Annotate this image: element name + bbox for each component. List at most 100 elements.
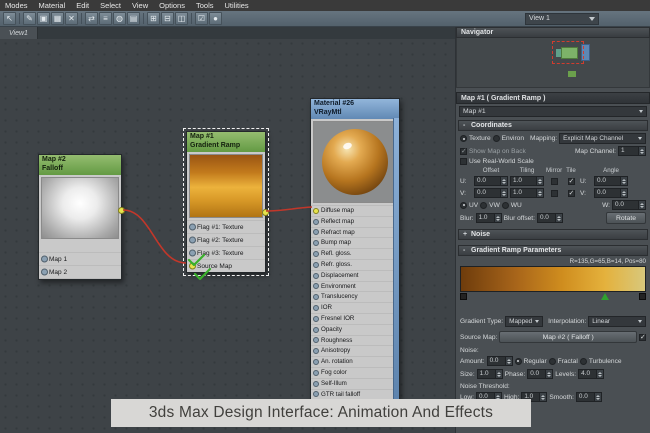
vraymtl-node[interactable]: Material #26 VRayMtl Diffuse map Reflect … — [310, 98, 400, 401]
spinner-arrows-icon[interactable] — [593, 393, 601, 401]
menu-item[interactable]: Material — [39, 1, 66, 10]
tab-view1[interactable]: View1 — [0, 27, 38, 39]
gradient-preview[interactable] — [189, 154, 263, 218]
u-angle-spinner[interactable]: 0.0 — [594, 176, 628, 186]
node-input-slot[interactable]: Source Map — [187, 259, 265, 272]
show-shaded-material-button[interactable]: ◍ — [113, 12, 126, 25]
node-input-slot[interactable]: Roughness — [311, 334, 399, 346]
node-input-slot[interactable]: Flag #3: Texture — [187, 246, 265, 259]
node-input-slot[interactable]: Reflect map — [311, 215, 399, 227]
map-selector-dropdown[interactable]: Map #1 — [459, 106, 647, 117]
map-channel-spinner[interactable]: 1 — [618, 146, 646, 156]
uv-radio[interactable] — [460, 201, 467, 209]
select-by-material-button[interactable]: ☑ — [195, 12, 208, 25]
regular-radio[interactable] — [514, 357, 522, 365]
gradient-ramp-node[interactable]: Map #1 Gradient Ramp Flag #1: Texture Fla… — [183, 128, 269, 276]
node-input-slot[interactable]: GTR tail falloff — [311, 388, 399, 400]
show-map-in-viewport-button[interactable]: ▦ — [51, 12, 64, 25]
menu-item[interactable]: Options — [159, 1, 185, 10]
rollout-gradient-ramp-parameters[interactable]: - Gradient Ramp Parameters — [458, 245, 648, 256]
node-graph-view[interactable]: View1 Map #2 Falloff Map 1 Map 2 Map #1 G… — [0, 27, 455, 433]
spinner-arrows-icon[interactable] — [554, 214, 562, 222]
menu-item[interactable]: Edit — [76, 1, 89, 10]
show-background-button[interactable]: ▤ — [127, 12, 140, 25]
hide-unused-nodeslots-button[interactable]: ≡ — [99, 12, 112, 25]
texture-radio[interactable] — [460, 135, 467, 142]
node-input-slot[interactable]: Fog color — [311, 366, 399, 378]
node-input-slot[interactable]: Refr. gloss. — [311, 258, 399, 270]
v-mirror-checkbox[interactable] — [550, 189, 558, 197]
spinner-arrows-icon[interactable] — [596, 370, 604, 378]
u-tiling-spinner[interactable]: 1.0 — [510, 176, 544, 186]
rotate-button[interactable]: Rotate — [605, 212, 646, 224]
navigator-thumbnail[interactable] — [456, 38, 650, 88]
spinner-arrows-icon[interactable] — [638, 201, 645, 209]
menu-item[interactable]: Modes — [5, 1, 28, 10]
node-input-slot[interactable]: Fresnel IOR — [311, 312, 399, 324]
spinner-arrows-icon[interactable] — [545, 370, 553, 378]
navigator-view-rect[interactable] — [552, 41, 584, 64]
u-offset-spinner[interactable]: 0.0 — [474, 176, 508, 186]
amount-spinner[interactable]: 0.0 — [486, 356, 513, 366]
node-input-slot[interactable]: Map 2 — [39, 265, 121, 278]
falloff-node[interactable]: Map #2 Falloff Map 1 Map 2 — [38, 154, 125, 280]
v-tile-checkbox[interactable] — [567, 189, 575, 197]
phase-spinner[interactable]: 0.0 — [527, 369, 554, 379]
u-tile-checkbox[interactable] — [567, 177, 575, 185]
view-select-dropdown[interactable]: View 1 — [525, 12, 599, 25]
ramp-flag-start[interactable] — [460, 293, 467, 300]
w-angle-spinner[interactable]: 0.0 — [612, 200, 646, 210]
navigator-header[interactable]: Navigator — [456, 27, 650, 38]
node-input-slot[interactable]: Flag #2: Texture — [187, 233, 265, 246]
u-mirror-checkbox[interactable] — [550, 177, 558, 185]
mapping-dropdown[interactable]: Explicit Map Channel — [559, 133, 646, 144]
spinner-arrows-icon[interactable] — [638, 147, 645, 155]
levels-spinner[interactable]: 4.0 — [578, 369, 605, 379]
turbulence-radio[interactable] — [579, 357, 587, 365]
v-angle-spinner[interactable]: 0.0 — [594, 188, 628, 198]
spinner-arrows-icon[interactable] — [536, 177, 543, 185]
node-input-slot[interactable]: Opacity — [311, 323, 399, 335]
falloff-node-header[interactable]: Map #2 Falloff — [39, 155, 121, 175]
spinner-arrows-icon[interactable] — [539, 393, 547, 401]
ramp-flag-end[interactable] — [639, 293, 646, 300]
v-offset-spinner[interactable]: 0.0 — [474, 188, 508, 198]
spinner-arrows-icon[interactable] — [504, 357, 512, 365]
select-tool-button[interactable]: ↖ — [3, 12, 16, 25]
ramp-flag-selected[interactable] — [601, 293, 610, 300]
output-socket[interactable] — [118, 207, 125, 214]
node-input-slot[interactable]: Displacement — [311, 269, 399, 281]
material-map-navigator-button[interactable]: ◫ — [175, 12, 188, 25]
assign-material-button[interactable]: ▣ — [37, 12, 50, 25]
output-socket[interactable] — [262, 209, 269, 216]
spinner-arrows-icon[interactable] — [620, 177, 627, 185]
options-button[interactable]: ● — [209, 12, 222, 25]
node-input-slot[interactable]: Bump map — [311, 237, 399, 249]
material-preview[interactable] — [313, 121, 397, 203]
menu-item[interactable]: View — [132, 1, 148, 10]
falloff-preview[interactable] — [41, 177, 119, 239]
gradient-ramp-bar[interactable] — [460, 266, 646, 292]
wu-radio[interactable] — [501, 201, 509, 209]
node-input-slot[interactable]: Diffuse map — [311, 205, 399, 216]
fractal-radio[interactable] — [548, 357, 556, 365]
v-tiling-spinner[interactable]: 1.0 — [510, 188, 544, 198]
node-input-slot[interactable]: IOR — [311, 302, 399, 313]
blur-offset-spinner[interactable]: 0.0 — [536, 213, 563, 223]
spinner-arrows-icon[interactable] — [500, 177, 507, 185]
node-input-slot[interactable]: Self-Illum — [311, 377, 399, 389]
blur-spinner[interactable]: 1.0 — [475, 213, 502, 223]
node-input-slot[interactable]: An. rotation — [311, 356, 399, 367]
environ-radio[interactable] — [492, 135, 500, 142]
menu-item[interactable]: Select — [100, 1, 121, 10]
spinner-arrows-icon[interactable] — [536, 189, 543, 197]
gradient-type-dropdown[interactable]: Mapped — [505, 316, 544, 327]
smooth-spinner[interactable]: 0.0 — [575, 392, 602, 402]
layout-children-button[interactable]: ⊟ — [161, 12, 174, 25]
menu-item[interactable]: Utilities — [225, 1, 249, 10]
show-map-on-back-checkbox[interactable] — [460, 147, 467, 155]
spinner-arrows-icon[interactable] — [500, 189, 507, 197]
gradient-node-header[interactable]: Map #1 Gradient Ramp — [187, 132, 265, 152]
node-input-slot[interactable]: Refract map — [311, 226, 399, 238]
move-children-button[interactable]: ⇄ — [85, 12, 98, 25]
